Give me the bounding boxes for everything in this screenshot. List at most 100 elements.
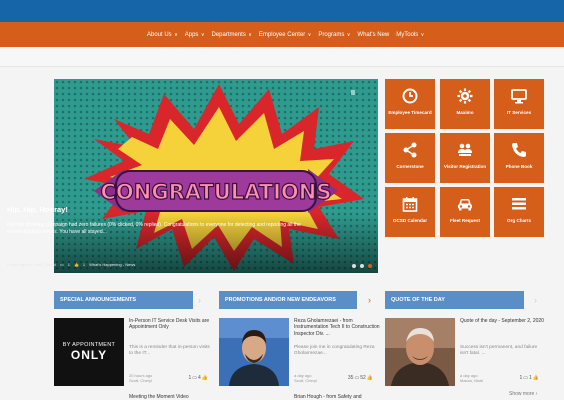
show-more-label: Show more bbox=[509, 391, 535, 397]
nav-item-about-us[interactable]: About Us ∨ bbox=[147, 32, 178, 38]
sub-bar bbox=[0, 47, 564, 67]
hero-meta-byline: 8 days ago by Scott, Cheryl bbox=[7, 262, 56, 267]
next-card-title[interactable]: Meeting the Moment Video bbox=[129, 394, 189, 400]
list-icon bbox=[512, 198, 526, 210]
appointment-only-image: BY APPOINTMENT ONLY bbox=[54, 318, 124, 386]
chevron-right-icon[interactable]: › bbox=[368, 291, 371, 309]
person-photo bbox=[385, 318, 455, 386]
chevron-down-icon: ∨ bbox=[419, 31, 425, 38]
chevron-right-icon[interactable]: › bbox=[534, 291, 537, 309]
card-comment-count: 35 bbox=[347, 375, 354, 381]
nav-item-departments[interactable]: Departments ∨ bbox=[212, 32, 252, 38]
nav-item-apps[interactable]: Apps ∨ bbox=[185, 32, 205, 38]
tile-fleet-request[interactable]: Fleet Request bbox=[440, 187, 490, 237]
nav-item-what-s-new[interactable]: What's New bbox=[357, 32, 389, 38]
nav-item-label: About Us bbox=[147, 31, 172, 38]
card-meta: a day ago Macau, Mark bbox=[460, 373, 483, 383]
card-comment-count: 1 bbox=[519, 375, 523, 381]
card-author[interactable]: Macau, Mark bbox=[460, 378, 483, 383]
card-excerpt: This is a reminder that in-person visits… bbox=[129, 345, 210, 357]
tile-label: Cornerstone bbox=[396, 164, 424, 169]
tile-it-services[interactable]: IT Services bbox=[494, 79, 544, 129]
nav-item-label: Departments bbox=[211, 31, 246, 38]
promotion-card[interactable]: Reza Gholamrezaei - from Instrumentation… bbox=[219, 318, 380, 386]
section-special-announcements[interactable]: SPECIAL ANNOUNCEMENTS bbox=[54, 291, 193, 309]
tile-label: Employee Timecard bbox=[388, 110, 432, 115]
gear-icon bbox=[457, 88, 473, 104]
nav-item-label: Employee Center bbox=[258, 31, 306, 38]
nav-item-label: Programs bbox=[318, 31, 345, 38]
carousel-dot-active[interactable] bbox=[368, 264, 372, 268]
like-icon[interactable]: 👍 bbox=[202, 375, 208, 381]
comment-icon[interactable]: ▭ bbox=[354, 375, 359, 381]
hero-like-count: 1 bbox=[82, 262, 86, 267]
nav-item-label: MyTools bbox=[396, 31, 419, 38]
tile-label: Org Charts bbox=[507, 218, 531, 223]
next-card-title[interactable]: Brian Hough - from Safety and bbox=[294, 394, 362, 400]
section-promotions[interactable]: PROMOTIONS AND/OR NEW ENDEAVORS bbox=[219, 291, 357, 309]
pause-icon[interactable]: II bbox=[351, 90, 355, 97]
person-photo-art bbox=[219, 318, 289, 386]
card-counts: 35 ▭ 52 👍 bbox=[348, 375, 373, 381]
nav-item-mytools[interactable]: MyTools ∨ bbox=[396, 32, 424, 38]
nav-item-label: Apps bbox=[184, 31, 199, 38]
quote-card[interactable]: Quote of the day - September 2, 2020 Suc… bbox=[385, 318, 544, 386]
section-quote-of-the-day[interactable]: QUOTE OF THE DAY bbox=[385, 291, 524, 309]
tile-ocsd-calendar[interactable]: OCSD Calendar bbox=[385, 187, 435, 237]
phone-icon bbox=[512, 143, 526, 157]
card-counts: 1 ▭ 1 👍 bbox=[519, 375, 539, 381]
tile-org-charts[interactable]: Org Charts bbox=[494, 187, 544, 237]
nav-item-employee-center[interactable]: Employee Center ∨ bbox=[259, 32, 311, 38]
clock-icon bbox=[402, 88, 418, 104]
carousel-dot[interactable] bbox=[352, 264, 356, 268]
tile-maximo[interactable]: Maximo bbox=[440, 79, 490, 129]
card-counts: 1 ▭ 4 👍 bbox=[188, 375, 208, 381]
card-author[interactable]: Scott, Cheryl bbox=[129, 378, 152, 383]
card-title[interactable]: Quote of the day - September 2, 2020 bbox=[460, 318, 548, 324]
nav-item-programs[interactable]: Programs ∨ bbox=[318, 32, 350, 38]
card-title[interactable]: In-Person IT Service Desk Visits are App… bbox=[129, 318, 217, 331]
carousel-dot[interactable] bbox=[360, 264, 364, 268]
card-meta: 20 hours ago Scott, Cheryl bbox=[129, 373, 152, 383]
like-icon[interactable]: 👍 bbox=[74, 262, 79, 267]
card-excerpt: Please join me in congratulating Reza Gh… bbox=[294, 345, 375, 357]
like-icon[interactable]: 👍 bbox=[533, 375, 539, 381]
monitor-icon bbox=[511, 89, 527, 104]
chevron-right-icon[interactable]: › bbox=[198, 291, 201, 309]
like-icon[interactable]: 👍 bbox=[367, 375, 373, 381]
card-excerpt: Success isn't permanent, and failure isn… bbox=[460, 345, 538, 357]
main-navigation: About Us ∨ Apps ∨ Departments ∨ Employee Ce… bbox=[0, 22, 564, 47]
tile-label: Visitor Registration bbox=[443, 164, 487, 169]
tile-cornerstone[interactable]: Cornerstone bbox=[385, 133, 435, 183]
chevron-down-icon: ∨ bbox=[246, 31, 252, 38]
hero-title[interactable]: Hip, Hip, Hooray! bbox=[7, 205, 68, 214]
card-like-count: 4 bbox=[197, 375, 201, 381]
tile-phone-book[interactable]: Phone Book bbox=[494, 133, 544, 183]
card-like-count: 1 bbox=[528, 375, 532, 381]
tile-employee-timecard[interactable]: Employee Timecard bbox=[385, 79, 435, 129]
nav-item-label: What's New bbox=[357, 31, 390, 38]
share-icon bbox=[403, 142, 417, 158]
comment-icon[interactable]: ▭ bbox=[60, 262, 64, 267]
hero-text: Our last phishing campaign had zero fail… bbox=[7, 222, 301, 235]
hero-carousel[interactable]: CONGRATULATIONS bbox=[54, 79, 378, 273]
comment-icon[interactable]: ▭ bbox=[523, 375, 528, 381]
card-author[interactable]: Scott, Cheryl bbox=[294, 378, 317, 383]
carousel-dots bbox=[352, 264, 372, 268]
chevron-down-icon: ∨ bbox=[306, 31, 312, 38]
show-more-link[interactable]: Show more › bbox=[509, 391, 537, 397]
calendar-icon bbox=[402, 197, 418, 212]
person-photo bbox=[219, 318, 289, 386]
card-comment-count: 1 bbox=[188, 375, 192, 381]
announcement-card[interactable]: BY APPOINTMENT ONLY In-Person IT Service… bbox=[54, 318, 210, 386]
image-text-large: ONLY bbox=[70, 348, 108, 362]
hero-comment-count: 1 bbox=[67, 262, 70, 267]
card-like-count: 52 bbox=[360, 375, 366, 381]
car-icon bbox=[458, 199, 472, 211]
tile-label: Phone Book bbox=[505, 164, 533, 169]
comment-icon[interactable]: ▭ bbox=[192, 375, 197, 381]
card-title[interactable]: Reza Gholamrezaei - from Instrumentation… bbox=[294, 318, 382, 337]
tile-visitor-registration[interactable]: Visitor Registration bbox=[440, 133, 490, 183]
person-photo-art bbox=[385, 318, 455, 386]
hero-category[interactable]: What's Happening - News bbox=[89, 262, 135, 267]
